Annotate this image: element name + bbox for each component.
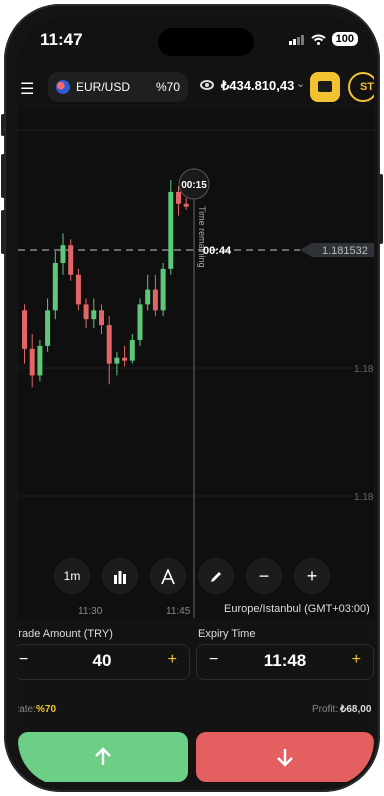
zoom-out-button[interactable]: − (246, 558, 282, 594)
arrow-up-icon (95, 747, 111, 765)
volume-down-button (1, 210, 5, 254)
candle-down (68, 245, 74, 275)
profit-value: ₺68,00 (340, 704, 372, 715)
countdown-text: 00:15 (181, 180, 207, 191)
indicators-button[interactable] (150, 558, 186, 594)
candle-up (145, 289, 151, 305)
drawing-tool-icon (161, 568, 175, 585)
chevron-down-icon[interactable]: ⌄ (296, 77, 305, 90)
candle-up (129, 339, 135, 361)
menu-icon[interactable]: ☰ (20, 79, 34, 99)
wallet-icon (318, 81, 332, 92)
candlestick-chart[interactable]: 00:15 Time remaining 00:44 1.181532 1.18… (18, 110, 374, 618)
sell-down-button[interactable] (196, 732, 374, 782)
candle-down (152, 289, 158, 311)
screen: 11:47 100 ☰ EUR/USD %70 ₺434.810,43 ⌄ ST… (18, 18, 374, 786)
time-label-1: 11:30 (78, 606, 103, 617)
candle-up (45, 310, 51, 346)
power-button (379, 174, 383, 244)
candle-up (37, 345, 43, 376)
candle-down (122, 357, 128, 361)
arrow-down-icon (277, 749, 293, 767)
phone-frame: 11:47 100 ☰ EUR/USD %70 ₺434.810,43 ⌄ ST… (1, 4, 383, 792)
dynamic-island (158, 28, 254, 56)
candle-down (99, 310, 104, 326)
rate-label: Rate: (18, 704, 36, 715)
profit-label: Profit: (312, 704, 339, 715)
expiry-field[interactable]: − 11:48 + (196, 644, 374, 680)
asset-name: EUR/USD (76, 80, 131, 94)
battery-indicator: 100 (331, 32, 358, 46)
candle-up (60, 245, 66, 263)
amount-label: Trade Amount (TRY) (18, 628, 113, 640)
zoom-in-button[interactable]: + (294, 558, 330, 594)
account-balance[interactable]: ₺434.810,43 (221, 78, 294, 94)
mute-switch (1, 114, 5, 136)
eye-icon[interactable] (200, 80, 214, 90)
candle-down (106, 325, 112, 364)
signal-icon (288, 34, 304, 45)
amount-increase-button[interactable]: + (168, 651, 177, 669)
asset-payout: %70 (155, 80, 180, 94)
candle-down (29, 348, 35, 376)
timezone-label[interactable]: Europe/Istanbul (GMT+03:00) (224, 603, 370, 615)
interval-button[interactable]: 1m (54, 558, 90, 594)
rate-value: %70 (36, 704, 57, 715)
wifi-icon (311, 34, 326, 45)
avatar[interactable]: ST (348, 72, 374, 102)
candle-down (75, 274, 81, 305)
chart-type-button[interactable] (102, 558, 138, 594)
candle-up (114, 357, 120, 364)
volume-up-button (1, 154, 5, 198)
candle-up (52, 262, 58, 311)
wallet-button[interactable] (310, 72, 340, 102)
amount-value[interactable]: 40 (18, 651, 189, 671)
expiry-value[interactable]: 11:48 (197, 651, 373, 671)
candle-down (183, 203, 189, 207)
pencil-icon (211, 572, 221, 583)
status-time: 11:47 (40, 30, 83, 49)
buy-up-button[interactable] (18, 732, 188, 782)
time-label-2: 11:45 (166, 606, 191, 617)
candles-icon (114, 571, 126, 585)
status-icons: 100 (288, 32, 358, 46)
price-level-1: 1.18 (354, 364, 374, 375)
price-chart[interactable]: 00:15 Time remaining 00:44 1.181532 1.18… (18, 110, 374, 618)
trade-panel: Trade Amount (TRY) − 40 + Expiry Time − … (18, 618, 374, 786)
price-level-2: 1.18 (354, 492, 374, 503)
candle-up (160, 268, 166, 311)
draw-button[interactable] (198, 558, 234, 594)
time-remaining-label: Time remaining (197, 206, 207, 268)
candle-down (83, 304, 89, 320)
expiry-increase-button[interactable]: + (352, 651, 361, 669)
expiry-countdown: 00:44 (203, 245, 232, 257)
top-bar: ☰ EUR/USD %70 ₺434.810,43 ⌄ ST (18, 70, 374, 106)
expiry-label: Expiry Time (198, 628, 256, 640)
currency-flag-icon (56, 80, 70, 94)
candle-up (137, 304, 143, 340)
current-price: 1.181532 (322, 245, 368, 257)
candle-up (168, 191, 174, 269)
candle-up (91, 310, 97, 320)
candle-down (22, 310, 27, 349)
status-bar: 11:47 100 (18, 18, 374, 62)
amount-field[interactable]: − 40 + (18, 644, 190, 680)
asset-selector[interactable]: EUR/USD %70 (48, 72, 188, 102)
candle-down (176, 191, 181, 204)
